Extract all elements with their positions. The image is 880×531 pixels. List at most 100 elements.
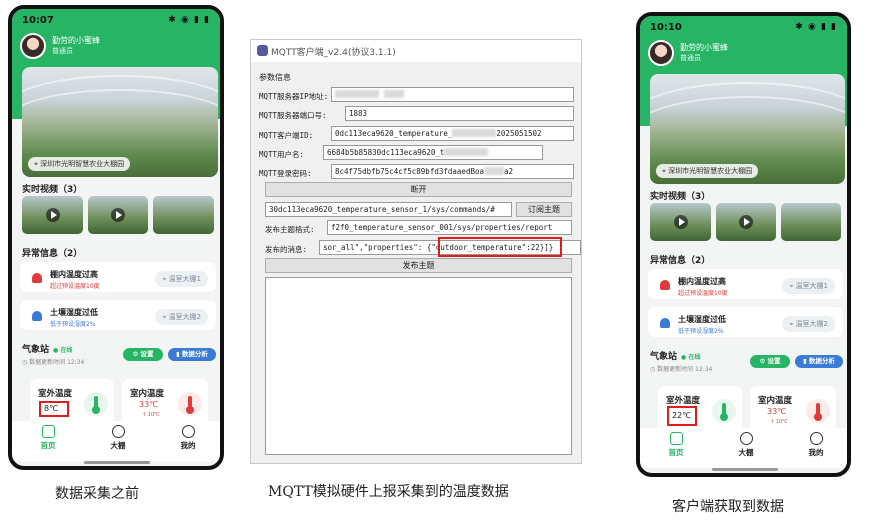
message-label: 发布的消息: [265,245,308,254]
publish-button[interactable]: 发布主题 [265,258,572,273]
alert-card-2[interactable]: 土壤湿度过低 低于预设湿度2% ⌖ 温室大棚2 [648,307,843,337]
params-group-label: 参数信息 [259,73,291,82]
plant-icon [739,432,753,445]
password-part-b: a2 [504,167,514,176]
alert-place-text: 温室大棚1 [168,275,201,283]
ip-input[interactable] [331,87,574,102]
alert-place[interactable]: ⌖ 温室大棚2 [782,316,835,332]
online-status: ● 在线 [53,347,73,354]
nav-home-label: 首页 [668,448,684,457]
message-log[interactable] [265,277,572,455]
alert-card-1[interactable]: 棚内温度过高 超过预设温度10度 ⌖ 温室大棚1 [20,262,216,292]
nav-home[interactable]: 首页 [656,432,696,458]
subscribe-button[interactable]: 订阅主题 [516,202,572,217]
location-pill[interactable]: ⌖ 深圳市光明智慧农业大棚园 [656,164,759,178]
status-bar: 10:07 ✱ ◉ ▮ ▮ [12,9,220,29]
nav-mine-label: 我的 [808,448,824,457]
alert-card-1[interactable]: 棚内温度过高 超过预设温度10度 ⌖ 温室大棚1 [648,269,843,299]
user-info[interactable]: 勤劳的小蜜蜂 普通员 [648,40,728,66]
nav-greenhouse[interactable]: 大棚 [98,425,138,451]
disconnect-button[interactable]: 断开 [265,182,572,197]
video-thumb-3[interactable] [153,196,214,234]
password-input[interactable]: 8c4f75dbfb75c4cf5c89bfd3fdaaedBoa a2 [331,164,574,179]
indoor-temp-value: 33℃ [139,400,159,409]
bottom-nav: 首页 大棚 我的 [12,421,220,461]
alert-title: 土壤湿度过低 [50,308,98,317]
publish-topic-input[interactable]: f2f0_temperature_sensor_001/sys/properti… [327,220,572,235]
video-thumb-3[interactable] [781,203,841,241]
user-icon [809,432,823,445]
settings-button[interactable]: ⚙ 设置 [123,348,163,361]
indoor-temp-value: 33℃ [767,407,787,416]
window-title: MQTT客户端_v2.4(协议3.1.1) [271,48,396,58]
alarm-icon [32,311,42,321]
analysis-label: 数据分析 [808,357,835,365]
update-time: ◷ 数据更新时间 12:34 [650,366,713,373]
user-info[interactable]: 勤劳的小蜜蜂 普通员 [20,33,100,59]
mqtt-client-window: MQTT客户端_v2.4(协议3.1.1) 参数信息 MQTT服务器IP地址: … [250,39,582,464]
thermometer-icon [806,399,830,423]
caption-left: 数据采集之前 [55,486,139,502]
location-pill[interactable]: ⌖ 深圳市光明智慧农业大棚园 [28,157,131,171]
alert-place[interactable]: ⌖ 温室大棚1 [782,278,835,294]
thermometer-icon [84,392,108,416]
location-text: 深圳市光明智慧农业大棚园 [40,160,125,168]
nav-greenhouse-label: 大棚 [738,448,754,457]
port-input[interactable]: 1883 [345,106,574,121]
video-thumb-2[interactable] [716,203,776,241]
alert-detail: 超过预设温度10度 [678,290,728,297]
nav-mine[interactable]: 我的 [168,425,208,451]
subscribe-topic-input[interactable]: 30dc113eca9620_temperature_sensor_1/sys/… [265,202,512,217]
video-thumb-2[interactable] [88,196,148,234]
online-text: 在线 [60,347,73,354]
client-id-part-a: 0dc113eca9620_temperature_ [335,129,453,138]
user-role: 普通员 [680,54,701,62]
alert-place[interactable]: ⌖ 温室大棚2 [155,309,208,325]
alarm-icon [660,280,670,290]
app-icon [257,45,268,56]
client-id-input[interactable]: 0dc113eca9620_temperature_ 2025051502 [331,126,574,141]
greenhouse-banner[interactable]: ⌖ 深圳市光明智慧农业大棚园 [22,67,218,177]
video-thumb-1[interactable] [22,196,83,234]
home-indicator [712,468,778,471]
home-icon [41,425,55,438]
client-id-label: MQTT客户端ID: [259,131,314,140]
nav-greenhouse[interactable]: 大棚 [726,432,766,458]
greenhouse-banner[interactable]: ⌖ 深圳市光明智慧农业大棚园 [650,74,845,184]
nav-home[interactable]: 首页 [28,425,68,451]
publish-topic-label: 发布主题格式: [265,225,315,234]
alarm-icon [660,318,670,328]
nav-mine[interactable]: 我的 [796,432,836,458]
user-name: 勤劳的小蜜蜂 [680,43,728,52]
window-titlebar[interactable]: MQTT客户端_v2.4(协议3.1.1) [251,40,581,62]
outdoor-temp-label: 室外温度 [666,396,701,406]
username-input[interactable]: 6684b5b85830dc113eca9620_t [323,145,543,160]
avatar[interactable] [20,33,46,59]
avatar[interactable] [648,40,674,66]
settings-label: 设置 [140,350,154,358]
weather-title: 气象站 [650,352,678,362]
settings-button[interactable]: ⚙ 设置 [750,355,790,368]
video-thumb-1[interactable] [650,203,711,241]
caption-middle: MQTT模拟硬件上报采集到的温度数据 [268,484,509,500]
analysis-button[interactable]: ▮ 数据分析 [795,355,843,368]
alert-place[interactable]: ⌖ 温室大棚1 [155,271,208,287]
thermometer-icon [712,399,736,423]
password-part-a: 8c4f75dbfb75c4cf5c89bfd3fdaaedBoa [335,167,485,176]
alert-detail: 低于预设湿度2% [50,321,96,328]
alert-place-text: 温室大棚2 [168,313,201,321]
alert-card-2[interactable]: 土壤湿度过低 低于预设湿度2% ⌖ 温室大棚2 [20,300,216,330]
nav-home-label: 首页 [40,441,56,450]
alert-place-text: 温室大棚1 [795,282,828,290]
alert-title: 棚内温度过高 [50,270,98,279]
alerts-title: 异常信息（2） [650,256,711,266]
message-part-a: sor_all","properties": [323,243,427,252]
status-icons: ✱ ◉ ▮ ▮ [795,22,837,32]
alert-detail: 低于预设湿度2% [678,328,724,335]
highlight-outdoor-temp [667,406,697,426]
analysis-button[interactable]: ▮ 数据分析 [168,348,216,361]
plant-icon [111,425,125,438]
play-icon [111,208,125,222]
alert-detail: 超过预设温度10度 [50,283,100,290]
user-icon [181,425,195,438]
